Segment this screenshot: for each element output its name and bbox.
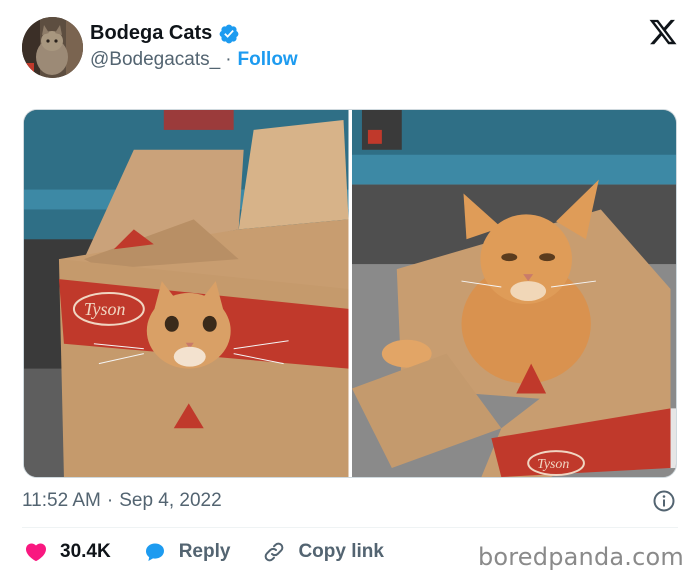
photo-left[interactable]: Tyson <box>24 110 349 477</box>
speech-bubble-icon <box>145 543 164 561</box>
avatar-image <box>22 17 83 78</box>
handle-row: @Bodegacats_ · Follow <box>90 49 298 71</box>
timestamp-separator: · <box>106 490 114 511</box>
cat-sitting-in-box-photo: Tyson <box>351 110 676 477</box>
photo-right[interactable]: Tyson <box>351 110 676 477</box>
action-bar: 30.4K Reply Copy link <box>24 540 416 564</box>
separator-dot: · <box>225 49 232 70</box>
cat-in-box-photo: Tyson <box>24 110 349 477</box>
like-count: 30.4K <box>60 541 111 562</box>
tweet-time: 11:52 AM <box>22 490 101 511</box>
x-logo-icon[interactable] <box>648 17 678 47</box>
avatar[interactable] <box>22 17 83 78</box>
follow-button[interactable]: Follow <box>238 49 298 71</box>
media-grid: Tyson Tyson <box>23 109 677 478</box>
copy-link-button[interactable]: Copy link <box>262 540 384 564</box>
tweet-date: Sep 4, 2022 <box>119 490 222 511</box>
like-button[interactable]: 30.4K <box>24 540 111 564</box>
link-icon <box>265 542 284 562</box>
display-name[interactable]: Bodega Cats <box>90 22 212 45</box>
reply-button[interactable]: Reply <box>143 540 231 564</box>
heart-icon <box>25 543 47 562</box>
divider <box>22 527 678 528</box>
author-name-row[interactable]: Bodega Cats <box>90 22 240 45</box>
copy-link-label: Copy link <box>298 541 384 562</box>
verified-badge-icon <box>219 24 239 43</box>
svg-text:Tyson: Tyson <box>537 457 569 472</box>
tweet-card: Bodega Cats @Bodegacats_ · Follow Tyson … <box>0 0 700 581</box>
timestamp[interactable]: 11:52 AM · Sep 4, 2022 <box>22 490 222 512</box>
watermark: boredpanda.com <box>477 543 684 571</box>
author-handle[interactable]: @Bodegacats_ <box>90 49 220 71</box>
svg-text:Tyson: Tyson <box>84 299 126 319</box>
reply-label: Reply <box>178 541 231 562</box>
info-icon[interactable] <box>652 489 676 513</box>
